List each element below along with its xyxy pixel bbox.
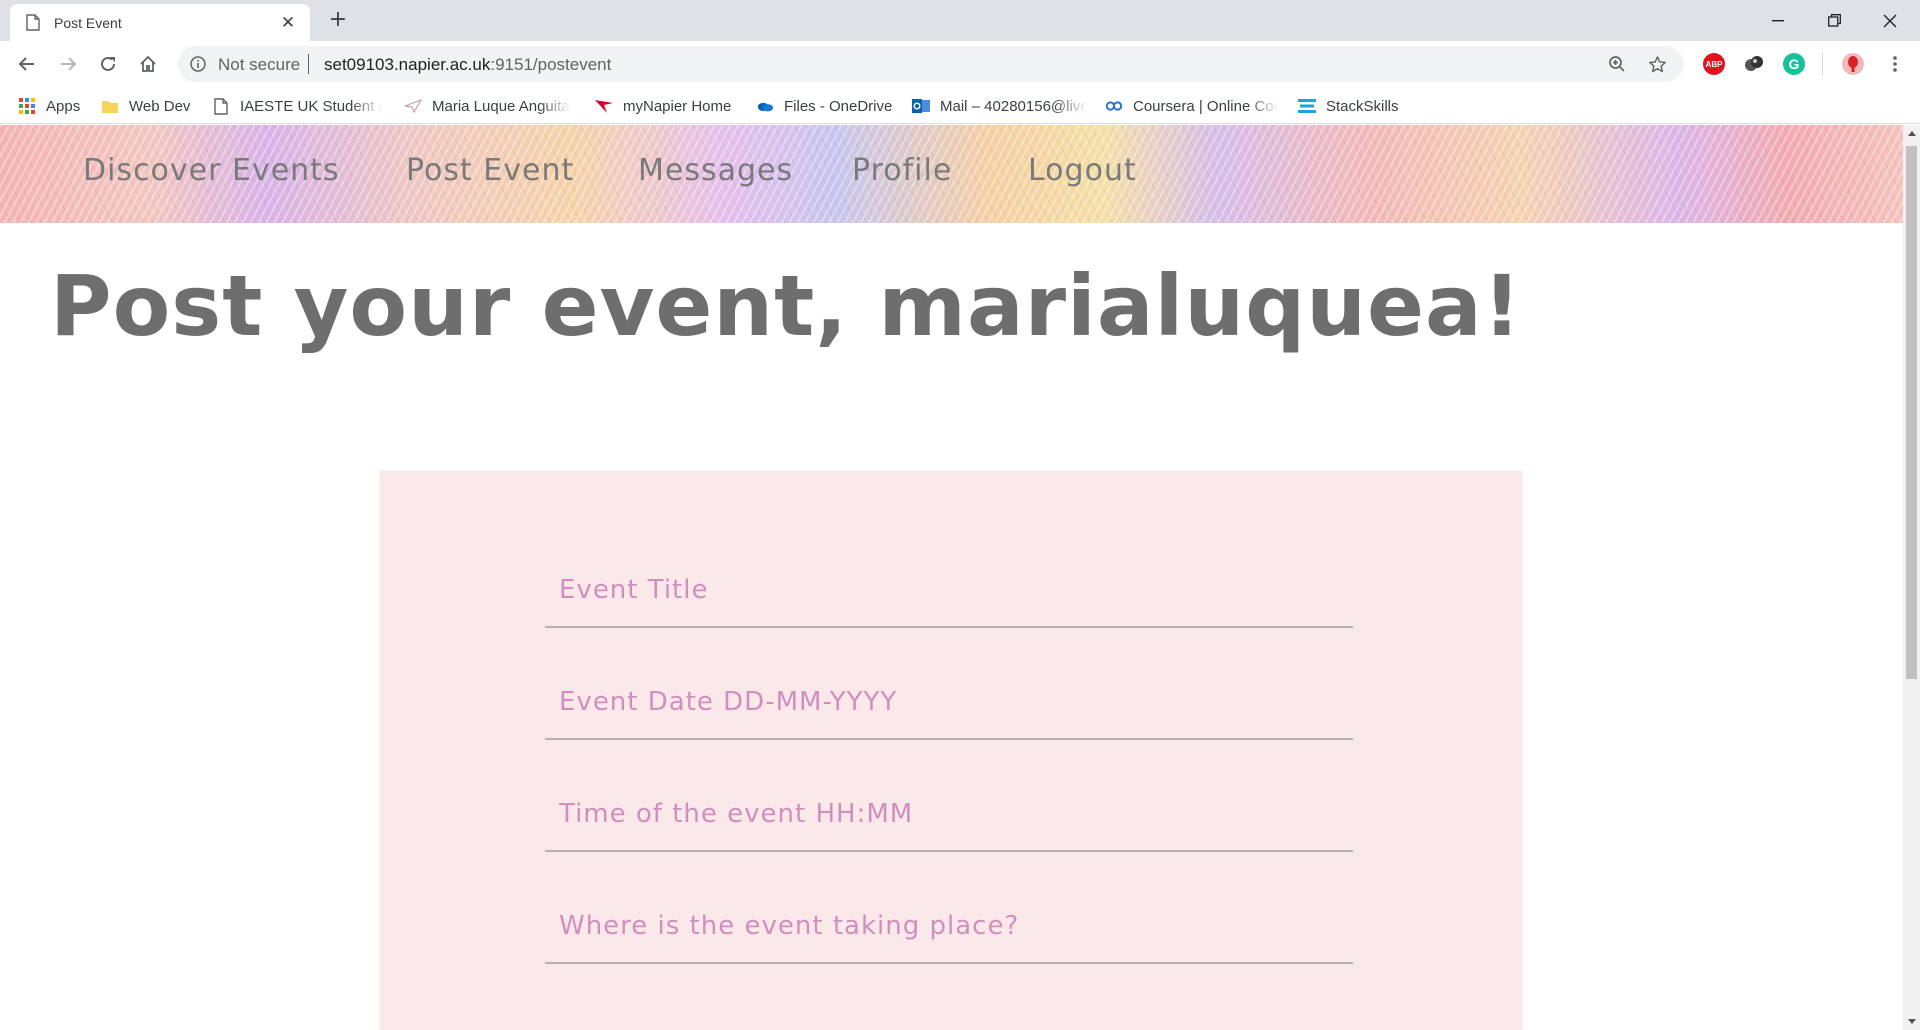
coursera-icon (1105, 97, 1123, 115)
ghostery-icon[interactable] (1743, 53, 1765, 75)
bookmarks-bar: Apps Web Dev IAESTE UK Student Ap Maria … (0, 87, 1920, 124)
bookmark-label: Mail – 40280156@live (940, 97, 1087, 115)
nav-post-event[interactable]: Post Event (406, 153, 574, 188)
nav-logout[interactable]: Logout (1028, 153, 1137, 188)
browser-toolbar: Not secure set09103.napier.ac.uk:9151/po… (0, 41, 1920, 87)
bird-icon (404, 97, 422, 115)
url-text: set09103.napier.ac.uk:9151/postevent (324, 55, 611, 75)
event-time-field-wrap (545, 740, 1353, 852)
back-icon[interactable] (12, 49, 42, 79)
event-time-input[interactable] (545, 740, 1353, 850)
url-host: set09103.napier.ac.uk (324, 55, 491, 74)
bookmark-maria-luque[interactable]: Maria Luque Anguita (404, 95, 574, 117)
scroll-down-icon[interactable] (1903, 1013, 1920, 1030)
bookmark-label: IAESTE UK Student Ap (240, 97, 382, 115)
bookmark-label: myNapier Home (623, 97, 732, 115)
napier-icon (595, 97, 613, 115)
info-icon[interactable] (190, 56, 206, 72)
event-title-input[interactable] (545, 516, 1353, 626)
page-scrollbar[interactable] (1903, 125, 1920, 1030)
bookmark-label: Web Dev (129, 97, 191, 115)
url-separator (308, 54, 309, 74)
event-location-field-wrap (545, 852, 1353, 964)
stack-icon (1298, 97, 1316, 115)
event-location-input[interactable] (545, 852, 1353, 962)
bookmark-mail[interactable]: Mail – 40280156@live (912, 95, 1087, 117)
bookmark-iaeste[interactable]: IAESTE UK Student Ap (212, 95, 382, 117)
home-icon[interactable] (133, 49, 163, 79)
site-navbar: Discover Events Post Event Messages Prof… (0, 125, 1903, 223)
nav-profile[interactable]: Profile (852, 153, 952, 188)
close-window-icon[interactable] (1862, 0, 1918, 41)
restore-icon[interactable] (1806, 0, 1862, 41)
scrollbar-thumb[interactable] (1906, 146, 1917, 679)
bookmark-label: StackSkills (1326, 97, 1399, 115)
security-label: Not secure (218, 55, 301, 74)
page-icon (212, 97, 230, 115)
bookmark-apps[interactable]: Apps (18, 95, 80, 117)
grammarly-icon[interactable]: G (1783, 53, 1805, 75)
page-icon (26, 14, 40, 31)
bookmark-label: Files - OneDrive (784, 97, 893, 115)
bookmark-onedrive[interactable]: Files - OneDrive (756, 95, 892, 117)
nav-messages[interactable]: Messages (638, 153, 793, 188)
address-bar[interactable]: Not secure set09103.napier.ac.uk:9151/po… (178, 46, 1684, 82)
apps-grid-icon (18, 97, 36, 115)
tab-strip: Post Event ✕ + (0, 0, 1920, 41)
bookmark-stackskills[interactable]: StackSkills (1298, 95, 1399, 117)
bookmark-label: Coursera | Online Cou (1133, 97, 1279, 115)
abp-icon[interactable]: ABP (1703, 53, 1725, 75)
onedrive-icon (756, 97, 774, 115)
post-event-form (380, 471, 1522, 1030)
profile-avatar[interactable] (1842, 53, 1864, 75)
bookmark-star-icon[interactable] (1646, 53, 1668, 75)
bookmark-coursera[interactable]: Coursera | Online Cou (1105, 95, 1279, 117)
nav-discover-events[interactable]: Discover Events (83, 153, 340, 188)
close-tab-icon[interactable]: ✕ (278, 13, 298, 33)
more-menu-icon[interactable] (1880, 49, 1910, 79)
tab-title: Post Event (54, 14, 122, 31)
outlook-icon (912, 97, 930, 115)
folder-icon (101, 97, 119, 115)
page-viewport: Discover Events Post Event Messages Prof… (0, 125, 1903, 1030)
toolbar-divider (1822, 52, 1823, 76)
reload-icon[interactable] (93, 49, 123, 79)
event-date-input[interactable] (545, 628, 1353, 738)
page-title: Post your event, marialuquea! (50, 257, 1523, 355)
forward-icon[interactable] (53, 49, 83, 79)
minimize-icon[interactable] (1750, 0, 1806, 41)
tab-post-event[interactable]: Post Event ✕ (10, 4, 310, 41)
new-tab-button[interactable]: + (326, 8, 350, 32)
bookmark-mynapier[interactable]: myNapier Home (595, 95, 731, 117)
bookmark-label: Apps (46, 97, 81, 115)
zoom-icon[interactable] (1606, 53, 1628, 75)
event-title-field-wrap (545, 516, 1353, 628)
scroll-up-icon[interactable] (1903, 125, 1920, 142)
bookmark-label: Maria Luque Anguita (432, 97, 570, 115)
bookmark-web-dev[interactable]: Web Dev (101, 95, 190, 117)
url-path: :9151/postevent (490, 55, 612, 74)
event-date-field-wrap (545, 628, 1353, 740)
